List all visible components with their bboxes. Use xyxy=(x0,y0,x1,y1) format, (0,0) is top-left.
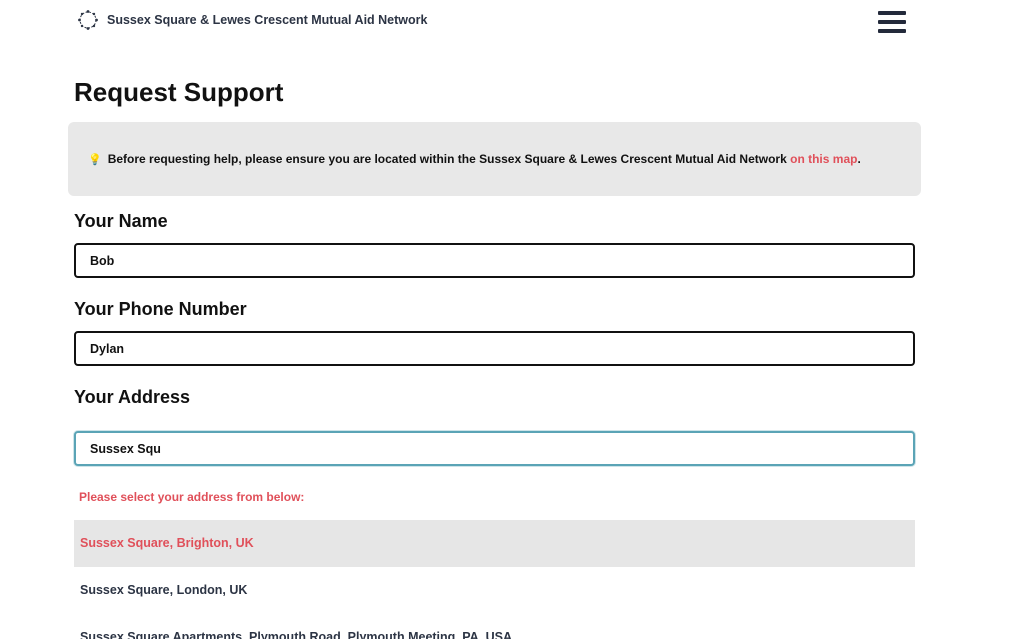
name-field[interactable] xyxy=(74,243,915,278)
menu-bar-top xyxy=(878,11,906,15)
map-link[interactable]: on this map xyxy=(790,152,857,166)
phone-label: Your Phone Number xyxy=(74,299,247,319)
address-hint: Please select your address from below: xyxy=(79,490,305,504)
name-label: Your Name xyxy=(74,211,168,231)
address-suggestion-plymouth[interactable]: Sussex Square Apartments, Plymouth Road,… xyxy=(74,614,915,639)
lightbulb-icon: 💡 xyxy=(88,154,102,166)
notice-suffix: . xyxy=(857,152,861,166)
address-label: Your Address xyxy=(74,387,191,407)
address-suggestion-london[interactable]: Sussex Square, London, UK xyxy=(74,567,915,614)
location-notice: 💡 Before requesting help, please ensure y… xyxy=(68,122,921,196)
notice-text-line: 💡 Before requesting help, please ensure y… xyxy=(88,152,861,166)
menu-bar-middle xyxy=(878,20,906,24)
network-circle-icon[interactable] xyxy=(77,9,99,31)
address-suggestions-list: Sussex Square, Brighton, UK Sussex Squar… xyxy=(74,520,915,639)
top-navigation-bar: Sussex Square & Lewes Crescent Mutual Ai… xyxy=(0,0,1024,48)
phone-field[interactable] xyxy=(74,331,915,366)
hamburger-menu-icon[interactable] xyxy=(876,10,908,36)
menu-bar-bottom xyxy=(878,29,906,33)
brand-name-link[interactable]: Sussex Square & Lewes Crescent Mutual Ai… xyxy=(107,13,427,27)
page-title: Request Support xyxy=(74,77,284,107)
address-suggestion-brighton[interactable]: Sussex Square, Brighton, UK xyxy=(74,520,915,567)
address-field[interactable] xyxy=(74,431,915,466)
notice-message: Before requesting help, please ensure yo… xyxy=(107,152,791,166)
